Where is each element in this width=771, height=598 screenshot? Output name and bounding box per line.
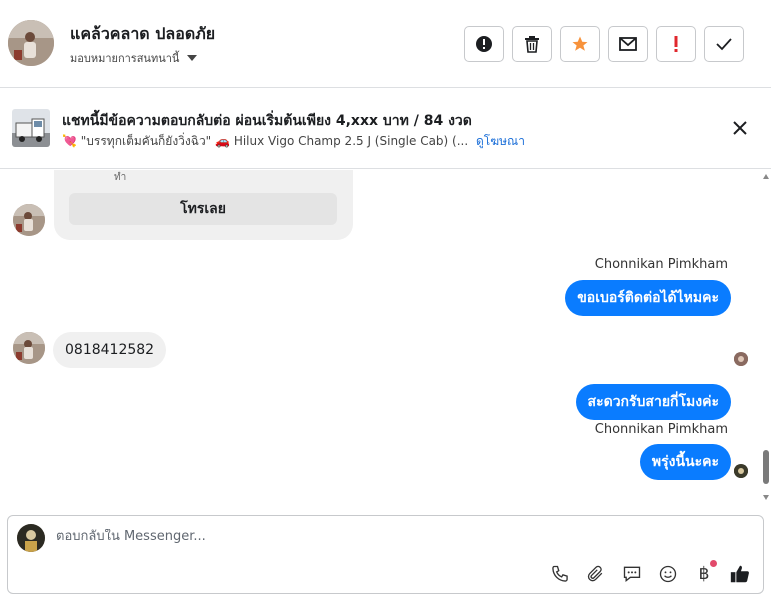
notification-dot	[710, 560, 717, 567]
heart-icon: 💘	[62, 134, 77, 148]
important-button[interactable]	[656, 26, 696, 62]
sender-name: Chonnikan Pimkham	[594, 257, 728, 272]
delete-button[interactable]	[512, 26, 552, 62]
call-now-button[interactable]: โทรเลย	[69, 193, 337, 225]
attach-button[interactable]	[585, 563, 607, 585]
scroll-down-icon[interactable]	[763, 495, 769, 500]
view-ad-link[interactable]: ดูโฆษณา	[476, 134, 525, 148]
emoji-icon	[659, 565, 677, 583]
message-thread: ทำ โทรเลย Chonnikan Pimkham ขอเบอร์ติดต่…	[0, 170, 771, 504]
card-text: ทำ	[114, 172, 127, 183]
ad-banner: แชทนี้มีข้อความตอบกลับต่อ ผ่อนเริ่มต้นเพ…	[0, 89, 771, 169]
reply-composer: ฿	[7, 515, 764, 594]
paperclip-icon	[587, 565, 603, 582]
composer-tools: ฿	[549, 560, 751, 585]
car-icon: 🚗	[215, 134, 230, 148]
mark-done-button[interactable]	[704, 26, 744, 62]
like-button[interactable]	[729, 563, 751, 585]
header-actions	[464, 26, 744, 62]
seen-avatar	[734, 464, 748, 478]
contact-avatar[interactable]	[8, 20, 54, 66]
thumbs-up-icon	[730, 565, 749, 583]
sender-name: Chonnikan Pimkham	[594, 422, 728, 437]
ad-model: Hilux Vigo Champ 2.5 J (Single Cab) (...	[233, 134, 469, 148]
baht-icon: ฿	[698, 564, 710, 584]
envelope-icon	[619, 37, 637, 51]
ad-response-card: ทำ โทรเลย	[54, 170, 353, 240]
spam-button[interactable]	[464, 26, 504, 62]
assign-label: มอบหมายการสนทนานี้	[70, 52, 180, 65]
incoming-message[interactable]: 0818412582	[53, 332, 167, 368]
scroll-thumb[interactable]	[763, 450, 769, 484]
outgoing-message[interactable]: พรุ่งนี้นะคะ	[639, 444, 731, 480]
trash-icon	[525, 36, 539, 53]
check-icon	[716, 38, 732, 51]
ad-subtitle-row: 💘 "บรรทุกเต็มคันก็ยังวิ่งฉิว" 🚗 Hilux Vi…	[62, 132, 525, 151]
scroll-up-icon[interactable]	[763, 174, 769, 179]
ad-title: แชทนี้มีข้อความตอบกลับต่อ ผ่อนเริ่มต้นเพ…	[62, 113, 472, 129]
contact-avatar-small	[13, 332, 45, 364]
call-button[interactable]	[549, 563, 571, 585]
seen-avatar	[734, 352, 748, 366]
payment-button[interactable]: ฿	[693, 560, 717, 585]
reply-input[interactable]	[56, 529, 656, 544]
saved-reply-icon	[623, 566, 641, 583]
star-icon	[572, 36, 588, 51]
page-avatar	[17, 524, 45, 552]
emoji-button[interactable]	[657, 563, 679, 585]
email-button[interactable]	[608, 26, 648, 62]
close-icon	[733, 121, 747, 135]
contact-name[interactable]: แคล้วคลาด ปลอดภัย	[70, 22, 215, 47]
outgoing-message[interactable]: สะดวกรับสายกี่โมงค่ะ	[575, 384, 731, 420]
alert-circle-icon	[476, 36, 492, 52]
close-banner-button[interactable]	[731, 119, 749, 137]
phone-icon	[552, 565, 568, 582]
exclamation-icon	[674, 36, 678, 52]
conversation-header: แคล้วคลาด ปลอดภัย มอบหมายการสนทนานี้	[0, 0, 771, 88]
ad-thumbnail[interactable]	[12, 109, 50, 147]
outgoing-message[interactable]: ขอเบอร์ติดต่อได้ไหมคะ	[565, 280, 731, 316]
assign-conversation-dropdown[interactable]: มอบหมายการสนทนานี้	[70, 49, 198, 67]
thread-scrollbar[interactable]	[761, 170, 771, 504]
star-button[interactable]	[560, 26, 600, 62]
contact-avatar-small	[13, 204, 45, 236]
caret-down-icon	[187, 55, 198, 61]
ad-subtitle: "บรรทุกเต็มคันก็ยังวิ่งฉิว"	[80, 134, 212, 148]
saved-reply-button[interactable]	[621, 563, 643, 585]
